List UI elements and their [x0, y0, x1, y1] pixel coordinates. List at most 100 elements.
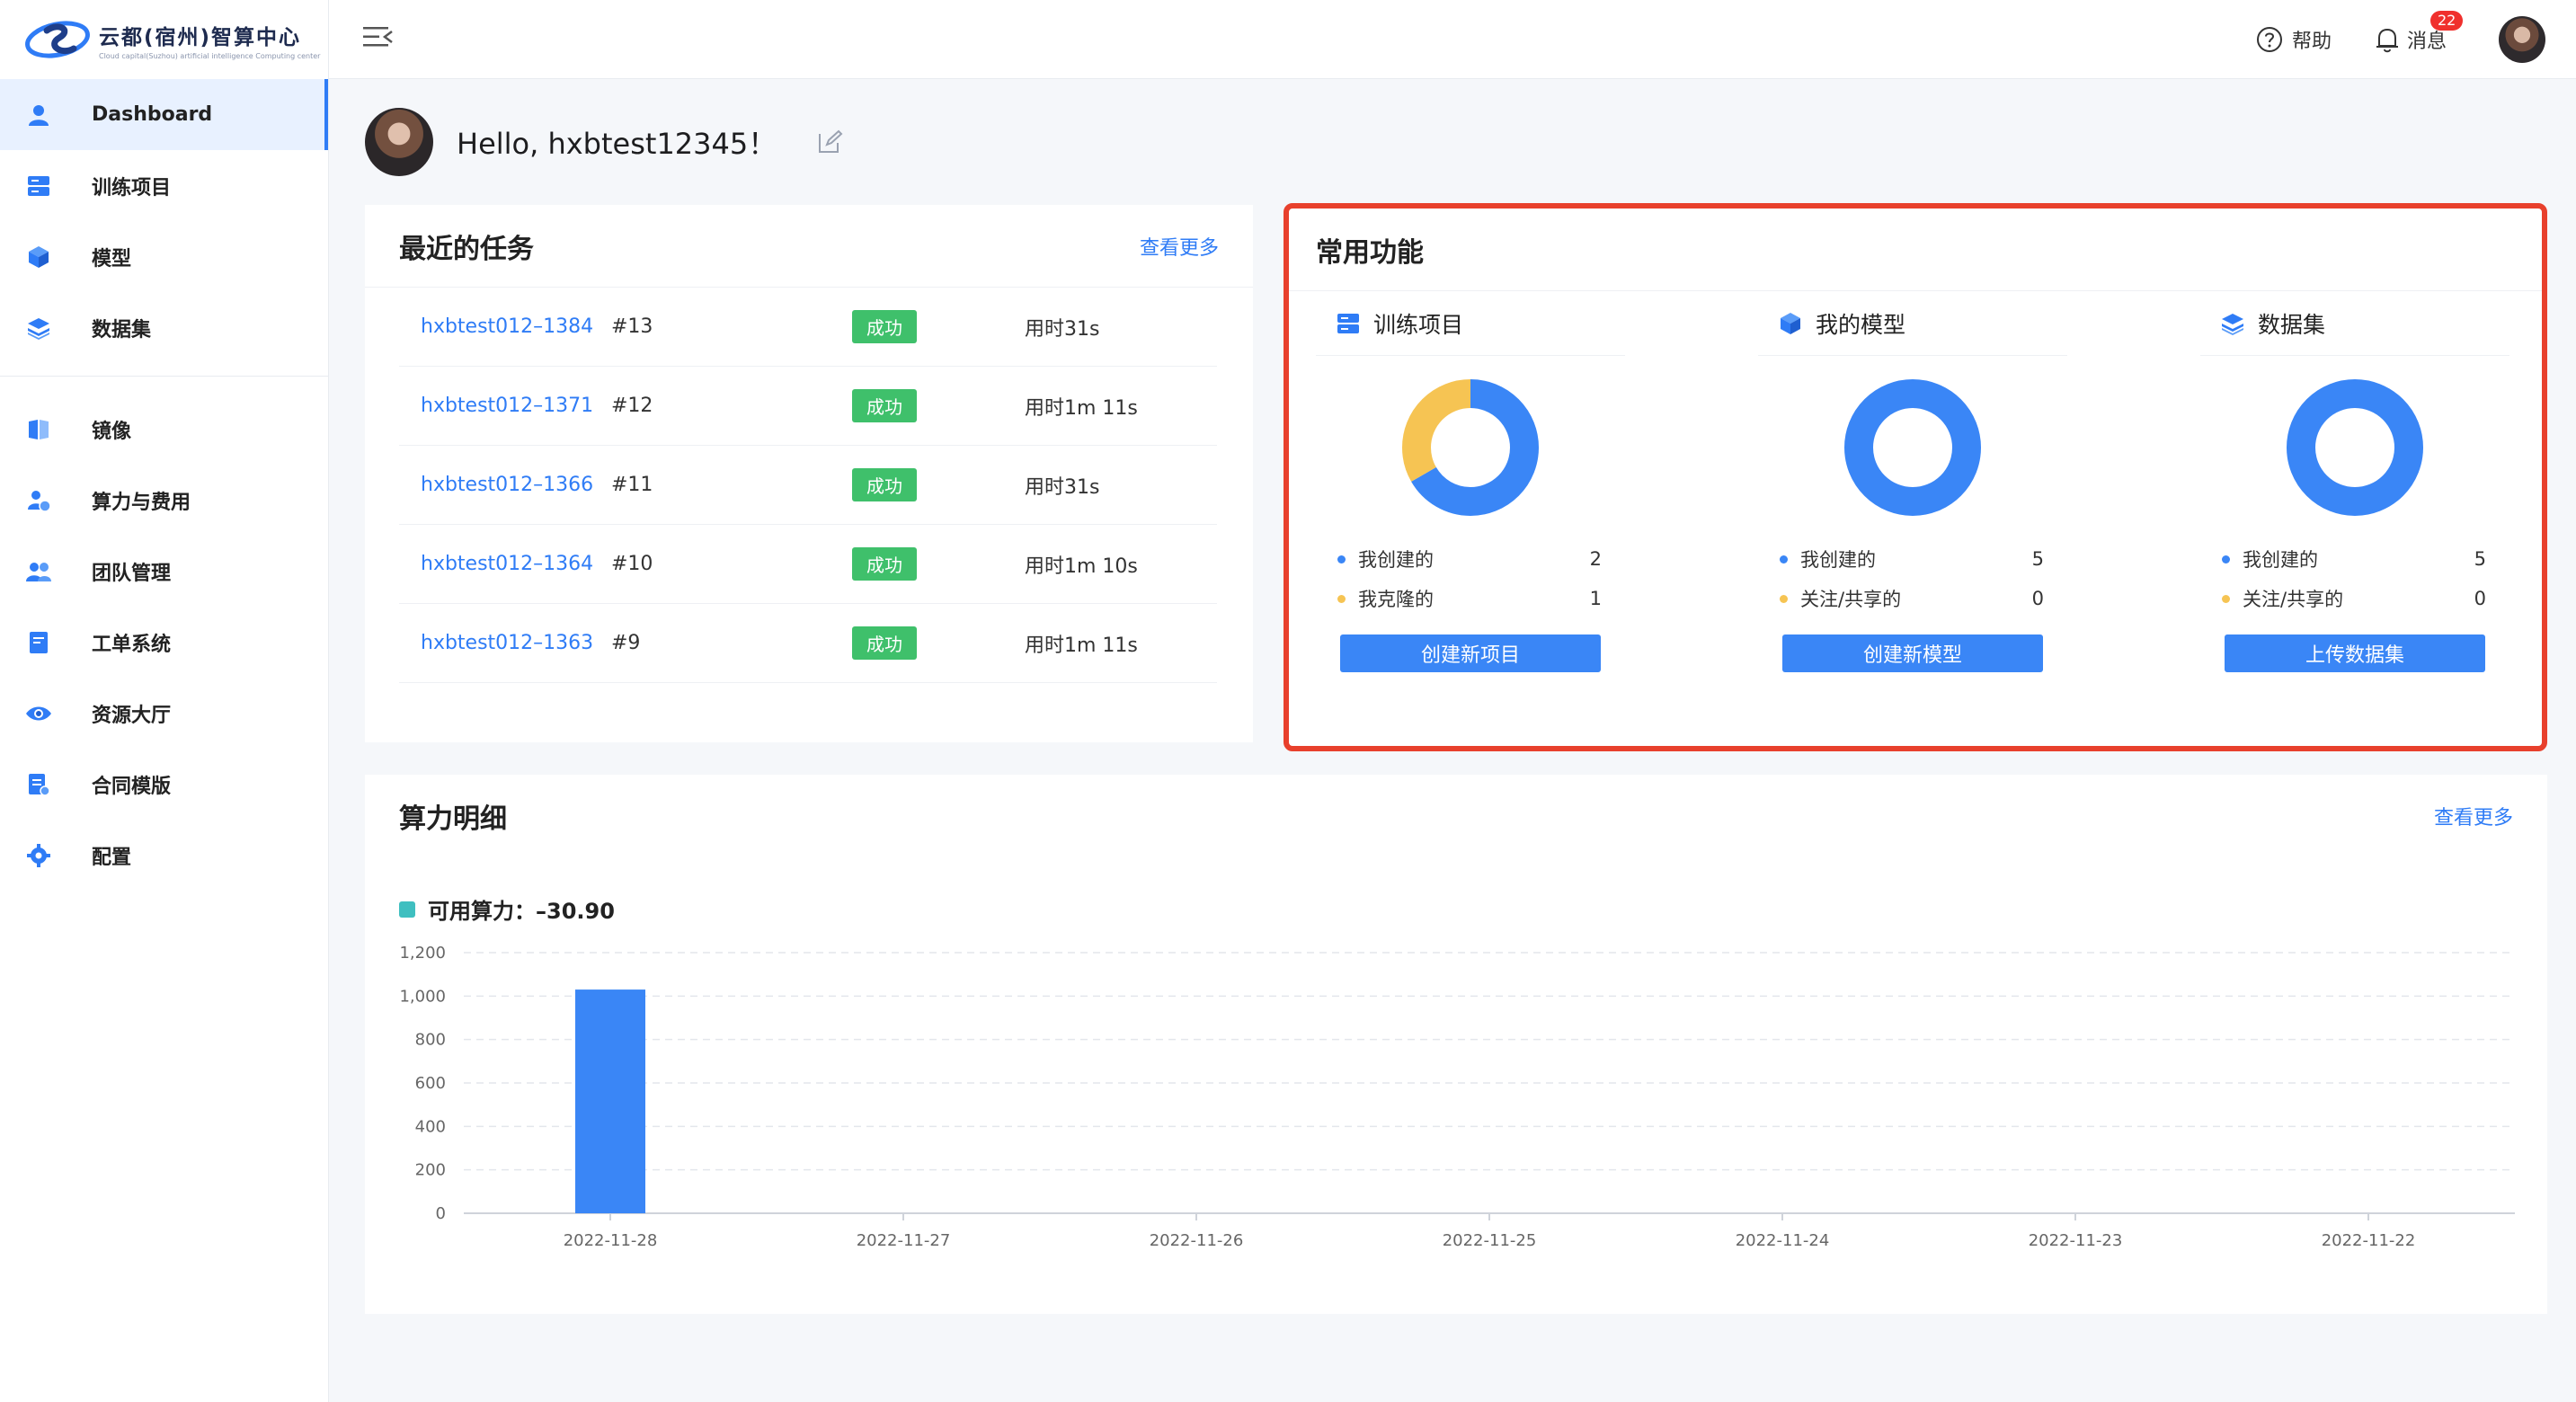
training-donut [1402, 379, 1539, 516]
task-number: #10 [611, 553, 653, 575]
create-model-button[interactable]: 创建新模型 [1782, 634, 2043, 672]
eye-icon [25, 700, 52, 727]
task-duration: 用时31s [1025, 317, 1100, 341]
help-label: 帮助 [2291, 31, 2332, 53]
task-name-link[interactable]: hxbtest012–1366 [399, 474, 611, 496]
messages-button[interactable]: 消息 22 [2375, 11, 2464, 54]
sidebar-item-images[interactable]: 镜像 [0, 394, 328, 465]
sidebar-item-compute-billing[interactable]: 算力与费用 [0, 465, 328, 536]
avatar [365, 108, 433, 176]
sidebar-item-tickets[interactable]: 工单系统 [0, 607, 328, 678]
sidebar-item-resource-hall[interactable]: 资源大厅 [0, 678, 328, 749]
x-tick-label: 2022-11-25 [1443, 1231, 1537, 1250]
function-datasets: 数据集 我创建的 5 关注/共享的 0 上传数据集 [2200, 291, 2509, 672]
menu-collapse-icon[interactable] [361, 23, 394, 50]
task-number: #13 [611, 315, 653, 338]
task-duration: 用时1m 11s [1025, 396, 1138, 420]
table-row: hxbtest012–1366 #11 成功 用时31s [399, 446, 1217, 525]
compute-bar-chart: 0 200 400 600 800 1,000 1,200 2022-11-28 2022-11… [399, 944, 2515, 1250]
function-header[interactable]: 数据集 [2200, 291, 2509, 356]
legend-value: 0 [2474, 588, 2486, 609]
task-duration: 用时1m 11s [1025, 634, 1138, 657]
sidebar-item-dashboard[interactable]: Dashboard [0, 79, 328, 150]
legend-swatch [399, 901, 415, 918]
function-my-models: 我的模型 我创建的 5 关注/共享的 0 创建新模型 [1758, 291, 2067, 672]
legend-value: 0 [2031, 588, 2044, 609]
cube-icon [1781, 312, 1800, 334]
y-tick-label: 1,000 [399, 987, 446, 1006]
sidebar-item-team[interactable]: 团队管理 [0, 536, 328, 607]
sidebar-item-label: 模型 [92, 247, 132, 271]
available-compute-label: 可用算力：–30.90 [428, 899, 615, 924]
x-tick-label: 2022-11-26 [1150, 1231, 1244, 1250]
legend-dot [1337, 594, 1346, 603]
brand-subtitle: Cloud capital(Suzhou) artificial intelli… [99, 51, 321, 60]
compute-details-header: 算力明细 查看更多 [365, 775, 2547, 857]
upload-dataset-button[interactable]: 上传数据集 [2225, 634, 2485, 672]
sidebar-item-label: 资源大厅 [92, 704, 172, 727]
sidebar-item-training[interactable]: 训练项目 [0, 150, 328, 221]
create-project-button[interactable]: 创建新项目 [1340, 634, 1601, 672]
brand[interactable]: 云都(宿州)智算中心 Cloud capital(Suzhou) artific… [0, 0, 328, 79]
compute-details-more-link[interactable]: 查看更多 [2434, 802, 2513, 830]
task-name-link[interactable]: hxbtest012–1384 [399, 315, 611, 338]
sidebar-item-settings[interactable]: 配置 [0, 820, 328, 891]
common-functions-header: 常用功能 [1289, 209, 2542, 291]
legend-dot [1337, 555, 1346, 563]
sidebar-item-contract-templates[interactable]: 合同模版 [0, 749, 328, 820]
legend-label: 我创建的 [2243, 549, 2318, 571]
task-name-link[interactable]: hxbtest012–1371 [399, 395, 611, 417]
datasets-donut [2287, 379, 2423, 516]
donut-slice [2287, 379, 2423, 516]
sidebar-divider [0, 376, 328, 377]
brand-name: 云都(宿州)智算中心 [99, 25, 302, 49]
layers-icon [25, 315, 52, 342]
bar [575, 989, 645, 1213]
legend-label: 我克隆的 [1358, 589, 1434, 610]
donut-chart [1758, 356, 2067, 530]
legend-label: 我创建的 [1800, 549, 1876, 571]
task-number: #12 [611, 395, 653, 417]
task-number: #9 [611, 632, 641, 654]
bell-icon [2376, 28, 2398, 53]
task-name-link[interactable]: hxbtest012–1364 [399, 553, 611, 575]
task-name-link[interactable]: hxbtest012–1363 [399, 632, 611, 654]
ticket-icon [25, 629, 52, 656]
function-columns: 训练项目 我创建的 2 我克隆的 1 创建新项目 我的模型 我创建的 5 关注/… [1289, 291, 2542, 672]
legend-item: 我克隆的 1 [1316, 579, 1625, 618]
function-title: 我的模型 [1816, 311, 1906, 338]
user-avatar[interactable] [2499, 16, 2545, 63]
server-icon [25, 173, 52, 200]
legend-label: 我创建的 [1358, 549, 1434, 571]
status-badge: 成功 [852, 310, 917, 343]
brand-logo-icon [25, 21, 90, 58]
sidebar-item-datasets[interactable]: 数据集 [0, 292, 328, 363]
function-header[interactable]: 我的模型 [1758, 291, 2067, 356]
message-count-badge: 22 [2429, 11, 2464, 31]
recent-tasks-header: 最近的任务 查看更多 [365, 205, 1253, 288]
top-actions: 帮助 消息 22 [2256, 0, 2576, 79]
table-row: hxbtest012–1371 #12 成功 用时1m 11s [399, 367, 1217, 446]
help-button[interactable]: 帮助 [2256, 25, 2332, 54]
table-row: hxbtest012–1364 #10 成功 用时1m 10s [399, 525, 1217, 604]
team-icon [25, 558, 52, 585]
sidebar-item-label: 训练项目 [92, 176, 172, 200]
function-header[interactable]: 训练项目 [1316, 291, 1625, 356]
sidebar-nav: Dashboard 训练项目 模型 数据集 镜像 算力与费用 团队管理 工单系统… [0, 79, 328, 891]
sidebar-item-label: 算力与费用 [92, 491, 191, 514]
legend-dot [2222, 555, 2230, 563]
status-badge: 成功 [852, 547, 917, 581]
donut-chart [2200, 356, 2509, 530]
edit-icon[interactable] [816, 129, 843, 155]
x-tick-label: 2022-11-23 [2029, 1231, 2123, 1250]
legend-value: 5 [2031, 548, 2044, 570]
gear-icon [25, 842, 52, 869]
topbar: 帮助 消息 22 [329, 0, 2576, 79]
status-badge: 成功 [852, 468, 917, 501]
table-row: hxbtest012–1363 #9 成功 用时1m 11s [399, 604, 1217, 683]
sidebar-item-models[interactable]: 模型 [0, 221, 328, 292]
layers-icon [2222, 313, 2243, 335]
book-icon [25, 416, 52, 443]
recent-tasks-more-link[interactable]: 查看更多 [1140, 232, 1219, 261]
legend-item: 关注/共享的 0 [1758, 579, 2067, 618]
